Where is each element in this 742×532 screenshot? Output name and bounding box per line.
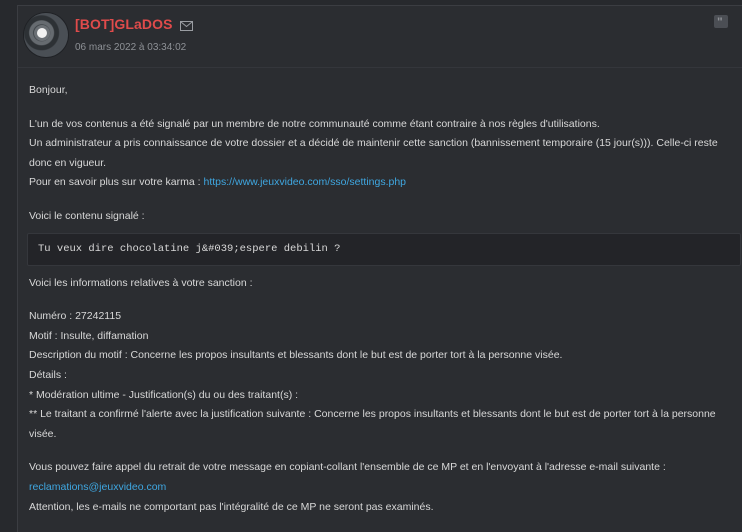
karma-prefix: Pour en savoir plus sur votre karma :	[29, 176, 204, 189]
message-date: 06 mars 2022 à 03:34:02	[75, 42, 187, 53]
private-message-card: [BOT]GLaDOS 06 mars 2022 à 03:34:02 " Bo…	[17, 5, 742, 532]
traitant-justification: ** Le traitant a confirmé l'alerte avec …	[29, 408, 716, 440]
moderation-line: * Modération ultime - Justification(s) d…	[29, 388, 299, 401]
avatar[interactable]	[24, 13, 68, 57]
message-body: Bonjour, L'un de vos contenus a été sign…	[27, 81, 741, 517]
message-header: [BOT]GLaDOS 06 mars 2022 à 03:34:02 "	[18, 6, 742, 68]
svg-text:": "	[717, 15, 723, 28]
karma-info: Pour en savoir plus sur votre karma : ht…	[29, 173, 741, 193]
quote-icon[interactable]: "	[714, 15, 728, 28]
sanction-motif: Motif : Insulte, diffamation	[29, 329, 149, 342]
reported-title: Voici le contenu signalé :	[29, 209, 145, 222]
admin-decision: Un administrateur a pris connaissance de…	[29, 137, 718, 169]
appeal-warning: Attention, les e-mails ne comportant pas…	[29, 500, 434, 513]
karma-link[interactable]: https://www.jeuxvideo.com/sso/settings.p…	[204, 176, 407, 188]
sanction-number: Numéro : 27242115	[29, 310, 122, 323]
appeal-instructions: Vous pouvez faire appel du retrait de vo…	[29, 461, 666, 474]
motif-description: Description du motif : Concerne les prop…	[29, 349, 563, 362]
appeal-email-line: reclamations@jeuxvideo.com	[29, 478, 741, 498]
greeting: Bonjour,	[29, 84, 68, 96]
reported-content-block: Tu veux dire chocolatine j&#039;espere d…	[27, 232, 741, 266]
sanction-title: Voici les informations relatives à votre…	[29, 276, 253, 289]
author-name[interactable]: [BOT]GLaDOS	[75, 16, 173, 32]
envelope-icon[interactable]	[180, 18, 193, 31]
appeal-email-link[interactable]: reclamations@jeuxvideo.com	[29, 481, 166, 493]
details-label: Détails :	[29, 368, 67, 381]
avatar-lens	[37, 28, 47, 38]
report-notice: L'un de vos contenus a été signalé par u…	[29, 117, 600, 130]
